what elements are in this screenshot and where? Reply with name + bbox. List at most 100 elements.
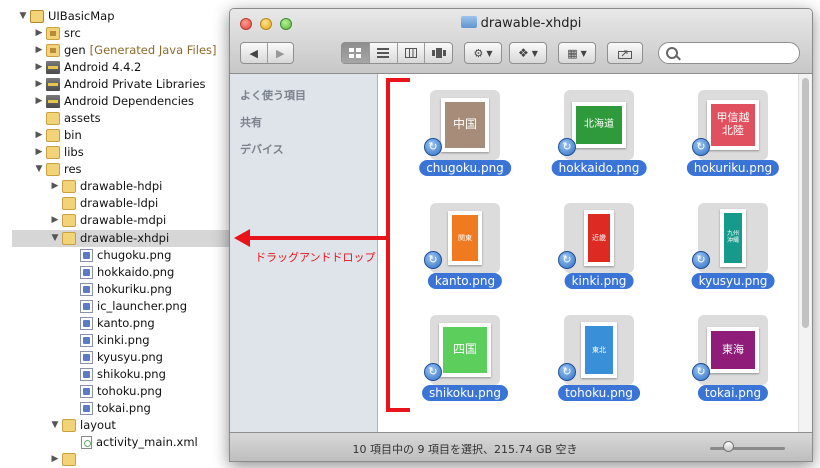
dropbox-icon: ❖ bbox=[518, 46, 529, 60]
chevron-right-icon[interactable]: ▶ bbox=[50, 178, 60, 195]
tree-item-dependencies[interactable]: ▶ Android Dependencies bbox=[34, 93, 194, 110]
tree-item-project[interactable]: ▼ UIBasicMap bbox=[18, 8, 115, 25]
file-name-label[interactable]: tokai.png bbox=[697, 385, 769, 401]
chevron-right-icon[interactable]: ▶ bbox=[34, 93, 44, 110]
tree-item-layout[interactable]: ▼ layout bbox=[50, 417, 116, 434]
chevron-right-icon[interactable]: ▶ bbox=[34, 127, 44, 144]
file-name-label[interactable]: hokuriku.png bbox=[686, 160, 780, 176]
image-file-icon bbox=[80, 300, 93, 313]
tree-item-drawable-mdpi[interactable]: ▶ drawable-mdpi bbox=[50, 212, 166, 229]
file-item[interactable]: 東北 ↻ tohoku.png bbox=[538, 311, 648, 406]
column-view-button[interactable] bbox=[398, 43, 426, 63]
thumbnail-region-text: 関東 bbox=[452, 215, 478, 261]
folder-icon bbox=[46, 112, 60, 125]
back-forward-control[interactable]: ◀ ▶ bbox=[240, 42, 294, 64]
tree-item-drawable-xhdpi[interactable]: ▼ drawable-xhdpi bbox=[12, 230, 232, 247]
arrange-icon: ▦ bbox=[567, 46, 578, 60]
file-item[interactable]: 九州 沖縄 ↻ kyusyu.png bbox=[672, 199, 782, 294]
tree-item-drawable-ldpi[interactable]: drawable-ldpi bbox=[50, 195, 158, 212]
action-menu-button[interactable]: ⚙ ▼ bbox=[464, 42, 502, 64]
search-icon bbox=[666, 47, 678, 59]
tree-item-assets[interactable]: assets bbox=[34, 110, 101, 127]
file-icon-grid: 中国 ↻ chugoku.png 北海道 ↻ hokkaido.png 甲信越 北陸 ↻ hok… bbox=[378, 74, 798, 432]
share-button[interactable] bbox=[607, 42, 643, 64]
window-title-text: drawable-xhdpi bbox=[480, 16, 582, 31]
coverflow-view-icon bbox=[431, 48, 446, 58]
file-name-label[interactable]: chugoku.png bbox=[419, 160, 511, 176]
tree-item-file[interactable]: kinki.png bbox=[80, 332, 150, 349]
chevron-right-icon[interactable]: ▶ bbox=[50, 212, 60, 229]
tree-item-file[interactable]: shikoku.png bbox=[80, 366, 166, 383]
tree-item-file[interactable]: hokkaido.png bbox=[80, 264, 174, 281]
chevron-down-icon[interactable]: ▼ bbox=[34, 161, 44, 178]
image-file-icon bbox=[80, 334, 93, 347]
back-button[interactable]: ◀ bbox=[241, 43, 268, 63]
file-item[interactable]: 東海 ↻ tokai.png bbox=[672, 311, 782, 406]
chevron-right-icon[interactable]: ▶ bbox=[34, 59, 44, 76]
finder-window: drawable-xhdpi ◀ ▶ ⚙ ▼ ❖ ▼ ▦ ▼ よく使う項目 共有… bbox=[229, 8, 813, 462]
tree-item-file[interactable]: ic_launcher.png bbox=[80, 298, 187, 315]
tree-item-label: bin bbox=[64, 128, 82, 142]
tree-item-label: Android 4.4.2 bbox=[64, 60, 142, 74]
chevron-down-icon: ▼ bbox=[531, 48, 538, 58]
file-item[interactable]: 四国 ↻ shikoku.png bbox=[404, 311, 514, 406]
file-item[interactable]: 北海道 ↻ hokkaido.png bbox=[538, 86, 648, 181]
file-item[interactable]: 関東 ↻ kanto.png bbox=[404, 199, 514, 294]
tree-item-label: drawable-xhdpi bbox=[80, 231, 170, 245]
scrollbar-thumb[interactable] bbox=[802, 78, 809, 328]
file-name-label[interactable]: kinki.png bbox=[564, 273, 634, 289]
library-icon bbox=[46, 78, 60, 91]
tree-item-file[interactable]: activity_main.xml bbox=[80, 434, 198, 451]
tree-item-label: drawable-hdpi bbox=[80, 179, 163, 193]
file-item[interactable]: 近畿 ↻ kinki.png bbox=[538, 199, 648, 294]
tree-item-file[interactable]: kanto.png bbox=[80, 315, 155, 332]
tree-item-label: kanto.png bbox=[97, 316, 155, 330]
tree-item-label: res bbox=[64, 162, 82, 176]
tree-item-file[interactable]: chugoku.png bbox=[80, 247, 171, 264]
tree-item-file[interactable]: tokai.png bbox=[80, 400, 151, 417]
sidebar-header-favorites[interactable]: よく使う項目 bbox=[240, 87, 306, 103]
tree-item-android-lib[interactable]: ▶ Android 4.4.2 bbox=[34, 59, 141, 76]
image-thumbnail: 東北 bbox=[581, 322, 617, 378]
sidebar-header-shared[interactable]: 共有 bbox=[240, 114, 262, 130]
tree-item-file[interactable]: tohoku.png bbox=[80, 383, 162, 400]
sidebar-header-devices[interactable]: デバイス bbox=[240, 141, 284, 157]
chevron-right-icon[interactable]: ▶ bbox=[34, 42, 44, 59]
file-name-label[interactable]: tohoku.png bbox=[558, 385, 640, 401]
icon-size-slider[interactable] bbox=[710, 447, 785, 450]
folder-icon bbox=[46, 129, 60, 142]
tree-item-src[interactable]: ▶ src bbox=[34, 25, 81, 42]
list-view-button[interactable] bbox=[370, 43, 398, 63]
icon-size-slider-knob[interactable] bbox=[723, 441, 734, 452]
tree-item-label: hokuriku.png bbox=[97, 282, 172, 296]
file-item[interactable]: 中国 ↻ chugoku.png bbox=[404, 86, 514, 181]
file-name-label[interactable]: kanto.png bbox=[427, 273, 503, 289]
arrange-menu-button[interactable]: ▦ ▼ bbox=[558, 42, 596, 64]
dropbox-menu-button[interactable]: ❖ ▼ bbox=[509, 42, 547, 64]
chevron-right-icon[interactable]: ▶ bbox=[34, 25, 44, 42]
chevron-down-icon[interactable]: ▼ bbox=[50, 230, 60, 247]
icon-view-button[interactable] bbox=[342, 43, 370, 63]
chevron-right-icon[interactable]: ▶ bbox=[34, 144, 44, 161]
project-icon bbox=[30, 10, 44, 23]
view-mode-control[interactable] bbox=[341, 42, 453, 64]
chevron-down-icon[interactable]: ▼ bbox=[18, 8, 28, 25]
tree-item-res[interactable]: ▼ res bbox=[34, 161, 82, 178]
chevron-right-icon[interactable]: ▶ bbox=[34, 76, 44, 93]
search-input[interactable] bbox=[658, 42, 800, 64]
tree-item-libs[interactable]: ▶ libs bbox=[34, 144, 84, 161]
tree-item-bin[interactable]: ▶ bin bbox=[34, 127, 82, 144]
tree-item-file[interactable]: kyusyu.png bbox=[80, 349, 163, 366]
chevron-down-icon[interactable]: ▼ bbox=[50, 417, 60, 434]
file-name-label[interactable]: hokkaido.png bbox=[551, 160, 647, 176]
file-item[interactable]: 甲信越 北陸 ↻ hokuriku.png bbox=[672, 86, 782, 181]
tree-item-private-libs[interactable]: ▶ Android Private Libraries bbox=[34, 76, 206, 93]
tree-item-file[interactable]: hokuriku.png bbox=[80, 281, 172, 298]
file-name-label[interactable]: shikoku.png bbox=[422, 385, 508, 401]
coverflow-view-button[interactable] bbox=[425, 43, 452, 63]
tree-item-drawable-hdpi[interactable]: ▶ drawable-hdpi bbox=[50, 178, 162, 195]
file-name-label[interactable]: kyusyu.png bbox=[691, 273, 775, 289]
vertical-scrollbar[interactable] bbox=[798, 74, 812, 432]
forward-button[interactable]: ▶ bbox=[268, 43, 294, 63]
tree-item-gen[interactable]: ▶ gen [Generated Java Files] bbox=[34, 42, 217, 59]
